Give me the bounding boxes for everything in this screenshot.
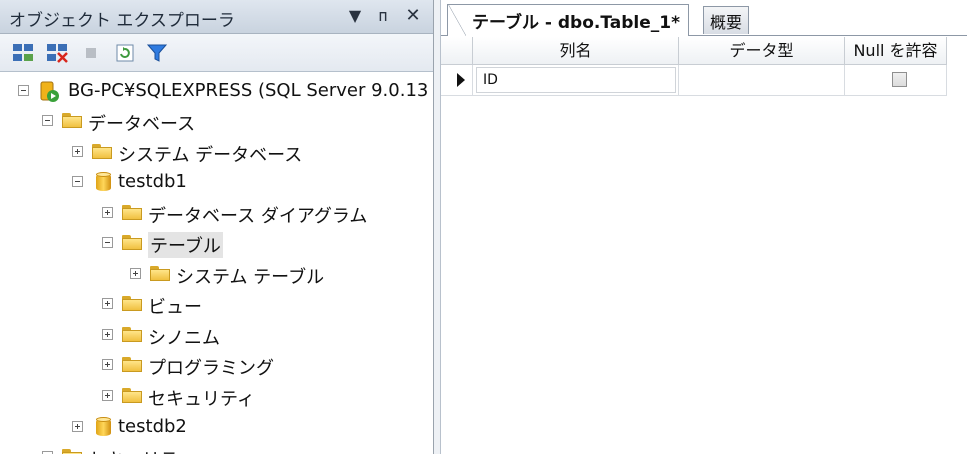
tree-label-server: BG-PC¥SQLEXPRESS (SQL Server 9.0.13 — [68, 80, 429, 101]
collapse-icon[interactable] — [42, 115, 53, 126]
current-row-icon — [457, 73, 465, 87]
refresh-icon[interactable] — [114, 42, 136, 64]
folder-icon — [62, 113, 82, 128]
pin-icon[interactable]: ᴨ — [372, 5, 394, 27]
object-explorer-toolbar — [0, 34, 433, 72]
expand-icon[interactable] — [102, 359, 113, 370]
tab-table-designer[interactable]: テーブル - dbo.Table_1* — [447, 4, 689, 36]
expand-icon[interactable] — [102, 207, 113, 218]
grid-header-allow-null[interactable]: Null を許容 — [845, 37, 947, 65]
tree-label-programmability: プログラミング — [148, 358, 274, 379]
folder-icon — [62, 449, 82, 454]
expand-icon[interactable] — [102, 329, 113, 340]
collapse-icon[interactable] — [102, 237, 113, 248]
table-designer: テーブル - dbo.Table_1* 概要 列名 データ型 Null を許容 — [441, 0, 967, 454]
folder-icon — [150, 266, 170, 281]
expand-icon[interactable] — [102, 390, 113, 401]
object-explorer-titlebar: オブジェクト エクスプローラ ▼ ᴨ ✕ — [0, 0, 433, 34]
object-explorer-panel: オブジェクト エクスプローラ ▼ ᴨ ✕ BG-PC¥SQLEXPRESS (S… — [0, 0, 434, 454]
panel-splitter[interactable] — [434, 0, 441, 454]
dropdown-icon[interactable]: ▼ — [344, 5, 366, 27]
database-icon — [96, 417, 111, 437]
grid-header-column-name[interactable]: 列名 — [473, 37, 679, 65]
connect-icon[interactable] — [12, 42, 34, 64]
tree-label-databases: データベース — [88, 114, 196, 135]
expand-icon[interactable] — [102, 298, 113, 309]
expand-icon[interactable] — [72, 146, 83, 157]
cell-data-type[interactable] — [679, 65, 845, 96]
tree-label-system-databases: システム データベース — [118, 145, 303, 166]
tree-label-tables: テーブル — [148, 232, 223, 258]
row-selector[interactable] — [441, 65, 473, 96]
tree-label-server-security: セキュリティ — [88, 446, 195, 454]
tree-label-testdb2: testdb2 — [118, 416, 187, 437]
tree-label-views: ビュー — [148, 297, 202, 318]
collapse-icon[interactable] — [72, 176, 83, 187]
grid-corner — [441, 37, 473, 65]
disconnect-icon[interactable] — [46, 42, 68, 64]
tree-label-diagrams: データベース ダイアグラム — [148, 206, 368, 227]
filter-icon[interactable] — [146, 42, 168, 64]
ssms-window: オブジェクト エクスプローラ ▼ ᴨ ✕ BG-PC¥SQLEXPRESS (S… — [0, 0, 967, 454]
tree-label-system-tables: システム テーブル — [176, 267, 325, 288]
folder-icon — [122, 205, 142, 220]
expand-icon[interactable] — [130, 268, 141, 279]
folder-icon — [122, 357, 142, 372]
folder-icon — [122, 388, 142, 403]
stop-icon[interactable] — [80, 42, 102, 64]
tab-summary[interactable]: 概要 — [703, 6, 750, 34]
expand-icon[interactable] — [72, 421, 83, 432]
tree-label-db-security: セキュリティ — [148, 389, 255, 410]
folder-icon — [92, 144, 112, 159]
cell-column-name[interactable] — [473, 65, 679, 96]
close-icon[interactable]: ✕ — [402, 5, 424, 27]
folder-icon — [122, 327, 142, 342]
object-explorer-title: オブジェクト エクスプローラ — [9, 11, 235, 31]
grid-header-data-type[interactable]: データ型 — [679, 37, 845, 65]
allow-null-checkbox[interactable] — [892, 72, 907, 87]
cell-allow-null[interactable] — [845, 65, 947, 96]
column-name-input[interactable] — [476, 67, 676, 93]
folder-icon — [122, 235, 142, 250]
database-icon — [96, 172, 111, 192]
collapse-icon[interactable] — [18, 85, 29, 96]
server-icon — [38, 81, 60, 103]
document-tabstrip: テーブル - dbo.Table_1* 概要 — [441, 0, 967, 36]
folder-icon — [122, 296, 142, 311]
tree-label-testdb1: testdb1 — [118, 171, 187, 192]
tree-label-synonyms: シノニム — [148, 328, 220, 349]
